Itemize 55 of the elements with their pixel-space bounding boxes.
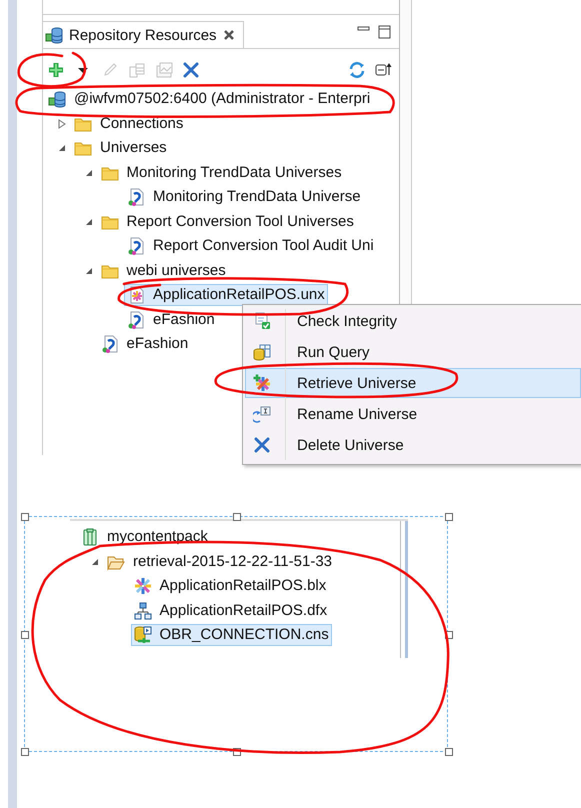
- delete-icon: [253, 436, 271, 454]
- tree-item[interactable]: ApplicationRetailPOS.unx: [124, 284, 328, 306]
- tree-item[interactable]: @iwfvm07502:6400 (Administrator - Enterpri: [45, 88, 374, 110]
- resize-handle[interactable]: [233, 513, 241, 521]
- tree-item[interactable]: Report Conversion Tool Universes: [98, 210, 357, 233]
- menu-item[interactable]: Delete Universe: [245, 430, 581, 460]
- hierarchy-icon: [134, 602, 152, 620]
- tree-item[interactable]: OBR_CONNECTION.cns: [130, 624, 332, 646]
- document-icon: [127, 188, 145, 206]
- menu-item[interactable]: Rename Universe: [245, 399, 581, 429]
- tree-item[interactable]: webi universes: [98, 260, 229, 282]
- view-tab[interactable]: Repository Resources: [43, 21, 244, 48]
- box-icon: [81, 528, 99, 546]
- document-icon: [127, 310, 145, 329]
- cylinder-table-icon: [253, 343, 271, 361]
- maximize-icon[interactable]: [378, 24, 391, 38]
- delete-icon[interactable]: [182, 61, 200, 79]
- tree-item[interactable]: eFashion: [98, 333, 192, 356]
- document-icon: [100, 335, 118, 354]
- server-icon: [48, 90, 66, 108]
- expanded-arrow-icon[interactable]: [84, 266, 92, 275]
- tree-item[interactable]: Report Conversion Tool Audit Uni: [124, 235, 377, 258]
- tree-item[interactable]: mycontentpack: [78, 526, 211, 548]
- tree-item[interactable]: Monitoring TrendData Universe: [124, 186, 364, 208]
- expanded-arrow-icon[interactable]: [84, 168, 92, 177]
- resize-handle[interactable]: [445, 513, 453, 521]
- resize-handle[interactable]: [21, 631, 29, 639]
- menu-item[interactable]: Check Integrity: [245, 306, 581, 336]
- tree-item[interactable]: eFashion: [124, 308, 218, 331]
- tree-item[interactable]: Universes: [71, 137, 170, 160]
- expanded-arrow-icon[interactable]: [58, 144, 66, 152]
- document-check-icon: [253, 312, 271, 330]
- scrollbar[interactable]: [400, 521, 408, 658]
- star-plus-icon: [253, 374, 271, 392]
- resize-handle[interactable]: [21, 748, 29, 756]
- collapsed-arrow-icon[interactable]: [58, 118, 66, 129]
- tree-item[interactable]: ApplicationRetailPOS.blx: [130, 575, 330, 598]
- tree-item[interactable]: Monitoring TrendData Universes: [98, 162, 345, 184]
- refresh-icon[interactable]: [348, 61, 366, 79]
- menu-item[interactable]: Run Query: [245, 337, 581, 367]
- star-icon: [134, 577, 152, 596]
- document-icon: [127, 237, 145, 256]
- plus-icon[interactable]: [47, 61, 65, 79]
- resize-handle[interactable]: [21, 513, 29, 521]
- rename-icon: [253, 405, 271, 423]
- resize-handle[interactable]: [445, 748, 453, 756]
- menu-item[interactable]: Retrieve Universe: [245, 368, 581, 398]
- expanded-arrow-icon[interactable]: [91, 558, 99, 566]
- expanded-arrow-icon[interactable]: [84, 218, 92, 226]
- cylinder-icon: [134, 626, 152, 644]
- close-icon[interactable]: [222, 29, 235, 41]
- tree-item[interactable]: retrieval-2015-12-22-11-51-33: [104, 550, 335, 573]
- tree-item[interactable]: Connections: [71, 112, 186, 135]
- server-icon: [45, 26, 63, 44]
- tree-item[interactable]: ApplicationRetailPOS.dfx: [130, 600, 330, 622]
